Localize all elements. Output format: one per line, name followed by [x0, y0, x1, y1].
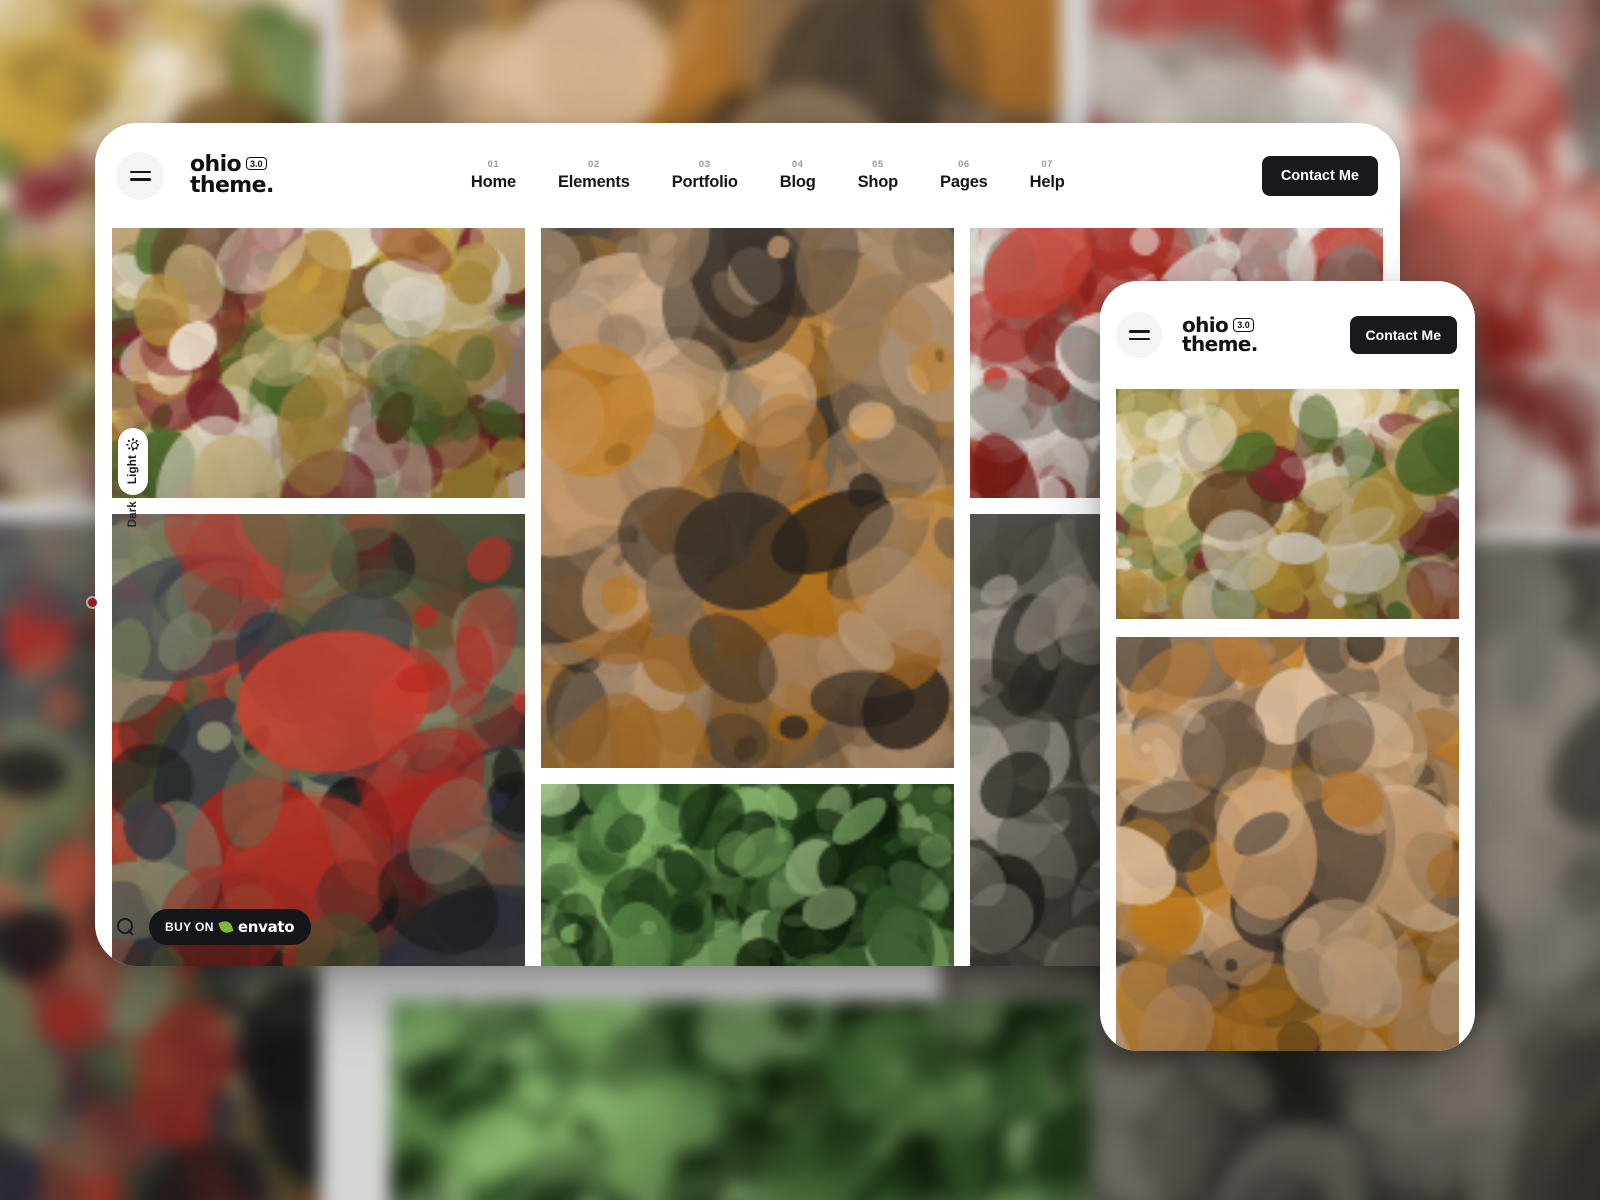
phone-gallery-item-food-board[interactable]: [1116, 389, 1459, 619]
tablet-edge-indicator-dot: [88, 598, 97, 607]
nav-item-number: 03: [698, 159, 711, 170]
gallery-item-food-board[interactable]: [112, 228, 525, 498]
phone-mockup: ohio 3.0 theme. Contact Me: [1100, 281, 1475, 1051]
logo-version-badge: 3.0: [1233, 318, 1254, 332]
logo[interactable]: ohio 3.0 theme.: [190, 153, 274, 198]
nav-item-label: Portfolio: [671, 173, 738, 191]
nav-item-number: 02: [588, 159, 600, 170]
search-icon[interactable]: [117, 917, 136, 937]
nav-item-label: Home: [470, 173, 516, 191]
nav-item-number: 01: [487, 159, 500, 170]
gallery-column-1: [112, 228, 525, 966]
nav-item-label: Help: [1029, 173, 1065, 191]
phone-header: ohio 3.0 theme. Contact Me: [1100, 281, 1475, 389]
gallery-item-woman-fern-portrait[interactable]: [541, 228, 954, 768]
hamburger-icon[interactable]: [116, 151, 164, 200]
logo[interactable]: ohio 3.0 theme.: [1182, 316, 1258, 356]
buy-on-label: BUY ON: [165, 920, 214, 934]
nav-item-number: 05: [872, 159, 884, 170]
nav-item-number: 06: [958, 159, 970, 170]
nav-item-pages[interactable]: 06 Pages: [919, 159, 1009, 192]
main-navigation: 01 Home 02 Elements 03 Portfolio 04 Blog 05 Shop 0…: [450, 159, 1086, 192]
contact-me-button[interactable]: Contact Me: [1349, 316, 1457, 354]
nav-item-elements[interactable]: 02 Elements: [537, 159, 651, 192]
theme-toggle-light-label: Light: [127, 455, 139, 485]
gallery-item-green-leaves[interactable]: [541, 784, 954, 966]
nav-item-number: 07: [1041, 159, 1053, 170]
sun-icon: [126, 437, 140, 451]
contact-me-button[interactable]: Contact Me: [1261, 155, 1378, 196]
envato-leaf-icon: [218, 919, 234, 935]
phone-gallery-item-woman-fern-portrait[interactable]: [1116, 637, 1459, 1051]
logo-version-badge: 3.0: [246, 157, 267, 171]
gallery-item-red-sweater-boots[interactable]: [112, 514, 525, 966]
nav-item-label: Pages: [940, 173, 988, 191]
nav-item-label: Elements: [557, 173, 630, 191]
nav-item-label: Blog: [779, 173, 816, 191]
envato-row: BUY ON envato: [117, 909, 312, 945]
bg-tile-leaves: [390, 1000, 1090, 1200]
theme-toggle-dark-label[interactable]: Dark: [127, 501, 139, 527]
nav-item-blog[interactable]: 04 Blog: [759, 159, 837, 192]
theme-toggle[interactable]: Light Dark: [118, 428, 148, 527]
nav-item-portfolio[interactable]: 03 Portfolio: [651, 159, 759, 192]
nav-item-shop[interactable]: 05 Shop: [837, 159, 919, 192]
buy-on-envato-button[interactable]: BUY ON envato: [149, 909, 312, 945]
nav-item-number: 04: [791, 159, 804, 170]
theme-toggle-light-pill[interactable]: Light: [118, 428, 148, 496]
phone-gallery: [1100, 389, 1475, 1051]
logo-word-secondary: theme.: [190, 172, 274, 198]
tablet-header: ohio 3.0 theme. 01 Home 02 Elements 03 Portfo…: [95, 123, 1400, 228]
nav-item-home[interactable]: 01 Home: [450, 159, 537, 192]
nav-item-label: Shop: [857, 173, 899, 191]
hamburger-icon[interactable]: [1116, 312, 1162, 358]
logo-word-secondary: theme.: [1182, 332, 1258, 356]
gallery-column-2: [541, 228, 954, 966]
nav-item-help[interactable]: 07 Help: [1009, 159, 1086, 192]
envato-brand-label: envato: [237, 918, 295, 936]
